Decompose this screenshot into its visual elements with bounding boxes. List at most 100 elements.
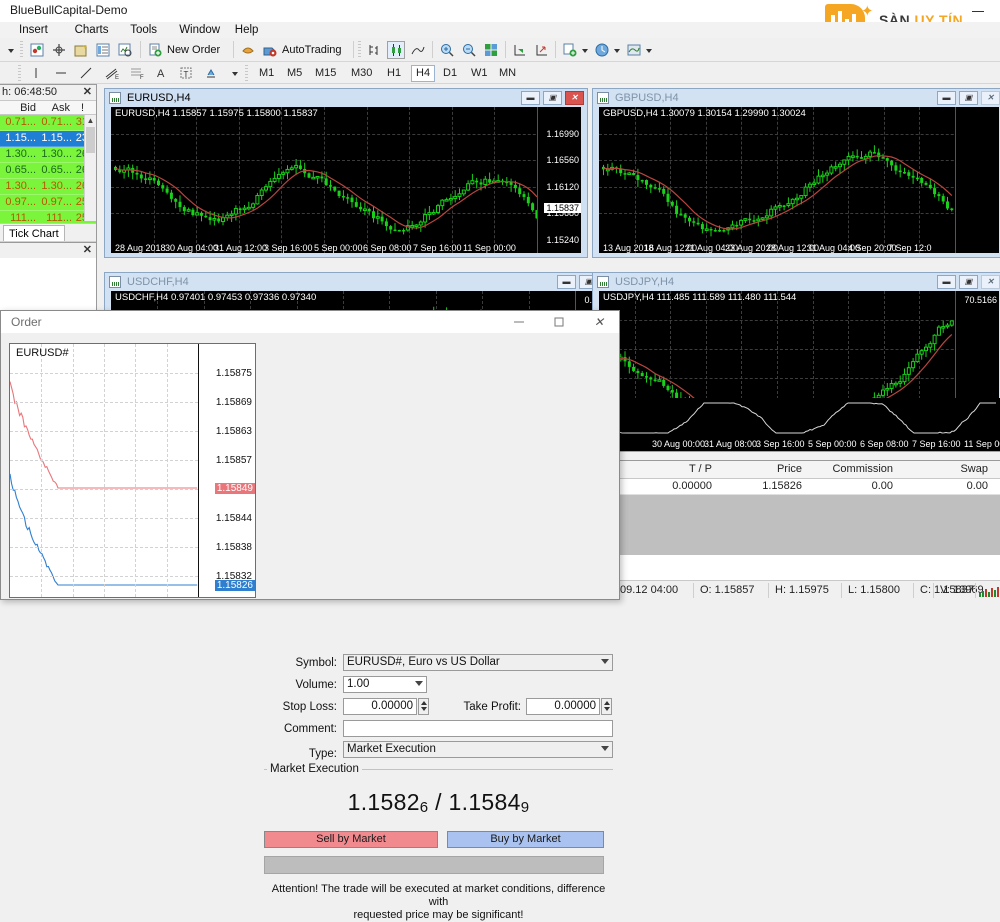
column-header-price[interactable]: Price [730,463,802,475]
timeframe-button-h4[interactable]: H4 [411,65,436,82]
tab-tick-chart[interactable]: Tick Chart [3,225,65,241]
chart-maximize-button[interactable]: ▣ [959,275,978,289]
table-row[interactable]: 0.00000 1.15826 0.00 0.00 [620,479,1000,495]
zoom-in-icon[interactable] [438,40,456,60]
sell-by-market-button[interactable]: Sell by Market [264,831,438,848]
market-watch-scrollbar[interactable]: ▲ [84,115,96,221]
timeframe-button-d1[interactable]: D1 [439,65,461,82]
market-watch-row[interactable]: 1.15... 1.15... 23 [0,131,96,147]
toolbar-overflow-icon[interactable] [2,40,20,60]
chart-close-button[interactable]: ✕ [981,275,1000,289]
period-clock-icon[interactable] [593,40,611,60]
crosshair-line-icon[interactable] [53,64,71,84]
expert-advisor-icon[interactable] [239,40,257,60]
chart-window-eurusd[interactable]: EURUSD,H4 ▬ ▣ ✕ EURUSD,H4 1.15857 1.15975 1.… [104,88,588,258]
terminal-icon[interactable] [116,40,134,60]
comment-input[interactable] [343,720,613,737]
chart-title-bar[interactable]: USDJPY,H4 ▬ ▣ ✕ [593,273,1000,291]
navigator-icon[interactable] [72,40,90,60]
scrollbar-thumb[interactable] [86,127,95,153]
close-icon[interactable]: ✕ [83,243,92,256]
menu-item-window[interactable]: Window [174,23,225,37]
chart-title-bar[interactable]: USDCHF,H4▬▣✕ [105,273,623,291]
column-header-spread[interactable]: ! [72,102,84,114]
toolbar-gripper[interactable] [18,65,21,82]
column-header-tp[interactable]: T / P [640,463,712,475]
chart-shift-icon[interactable] [533,40,551,60]
timeframe-button-mn[interactable]: MN [495,65,520,82]
equidistant-channel-icon[interactable]: E [103,64,121,84]
chart-plot-area[interactable]: GBPUSD,H4 1.30079 1.30154 1.29990 1.3002… [599,107,999,253]
timeframe-button-m5[interactable]: M5 [283,65,306,82]
chart-close-button[interactable]: ✕ [981,91,1000,105]
trendline-icon[interactable] [78,64,96,84]
shapes-icon[interactable] [203,64,221,84]
cursor-icon[interactable] [28,64,46,84]
column-header-ask[interactable]: Ask [38,102,70,114]
chart-title-bar[interactable]: EURUSD,H4 ▬ ▣ ✕ [105,89,587,107]
chart-minimize-button[interactable]: ▬ [937,275,956,289]
column-header-bid[interactable]: Bid [4,102,36,114]
zoom-out-icon[interactable] [460,40,478,60]
toolbar-gripper[interactable] [358,41,361,58]
crosshair-icon[interactable] [50,40,68,60]
order-close-button[interactable]: ✕ [579,311,619,333]
data-window-icon[interactable] [94,40,112,60]
market-watch-row[interactable]: 1.30... 1.30... 26 [0,147,96,163]
chart-minimize-button[interactable]: ▬ [521,91,540,105]
chart-maximize-button[interactable]: ▣ [959,91,978,105]
auto-scroll-icon[interactable] [511,40,529,60]
menu-item-tools[interactable]: Tools [125,23,162,37]
autotrading-icon[interactable]: AutoTrading [261,40,342,60]
candlestick-chart-icon[interactable] [387,40,405,60]
timeframe-button-h1[interactable]: H1 [383,65,405,82]
chevron-up-icon[interactable]: ▲ [85,115,96,127]
chart-window-gbpusd[interactable]: GBPUSD,H4 ▬ ▣ ✕ GBPUSD,H4 1.30079 1.30154 1.… [592,88,1000,258]
volume-select[interactable]: 1.00 [343,676,427,693]
menu-item-help[interactable]: Help [230,23,264,37]
chart-price-axis[interactable] [955,107,999,253]
market-watch-row[interactable]: 1.30... 1.30... 26 [0,179,96,195]
bar-chart-icon[interactable] [365,40,383,60]
timeframe-button-w1[interactable]: W1 [467,65,492,82]
text-icon[interactable]: A [153,64,171,84]
chart-plot-area[interactable]: EURUSD,H4 1.15857 1.15975 1.15800 1.1583… [111,107,581,253]
market-watch-icon[interactable] [28,40,46,60]
type-select[interactable]: Market Execution [343,741,613,758]
timeframe-button-m30[interactable]: M30 [347,65,376,82]
menu-item-charts[interactable]: Charts [70,23,114,37]
market-watch-row[interactable]: 0.97... 0.97... 25 [0,195,96,211]
order-minimize-button[interactable] [499,311,539,333]
toolbar-gripper[interactable] [245,65,248,82]
chart-close-button[interactable]: ✕ [565,91,584,105]
timeframe-button-m15[interactable]: M15 [311,65,340,82]
close-icon[interactable]: ✕ [83,85,92,98]
add-indicator-icon[interactable] [561,40,579,60]
stop-loss-input[interactable]: 0.00000 [343,698,417,715]
buy-by-market-button[interactable]: Buy by Market [447,831,604,848]
text-label-icon[interactable]: T [178,64,196,84]
column-header-commission[interactable]: Commission [815,463,893,475]
chart-maximize-button[interactable]: ▣ [543,91,562,105]
timeframe-button-m1[interactable]: M1 [255,65,278,82]
fibonacci-icon[interactable]: F [128,64,146,84]
tile-windows-icon[interactable] [482,40,500,60]
new-order-icon[interactable]: New Order [146,40,220,60]
templates-icon[interactable] [625,40,643,60]
order-maximize-button[interactable] [539,311,579,333]
line-chart-icon[interactable] [409,40,427,60]
chart-price-axis[interactable]: 1.16990 1.16560 1.16120 1.15680 1.15240 1.158… [537,107,581,253]
chevron-down-icon[interactable] [643,40,661,60]
toolbar-gripper[interactable] [20,41,23,58]
chart-minimize-button[interactable]: ▬ [557,275,576,289]
take-profit-input[interactable]: 0.00000 [526,698,600,715]
market-watch-row[interactable]: 0.71... 0.71... 31 [0,115,96,131]
take-profit-stepper[interactable] [601,698,612,715]
column-header-swap[interactable]: Swap [910,463,988,475]
chart-minimize-button[interactable]: ▬ [937,91,956,105]
market-watch-row[interactable]: 0.65... 0.65... 26 [0,163,96,179]
chart-title-bar[interactable]: GBPUSD,H4 ▬ ▣ ✕ [593,89,1000,107]
symbol-select[interactable]: EURUSD#, Euro vs US Dollar [343,654,613,671]
stop-loss-stepper[interactable] [418,698,429,715]
menu-item-insert[interactable]: Insert [14,23,53,37]
